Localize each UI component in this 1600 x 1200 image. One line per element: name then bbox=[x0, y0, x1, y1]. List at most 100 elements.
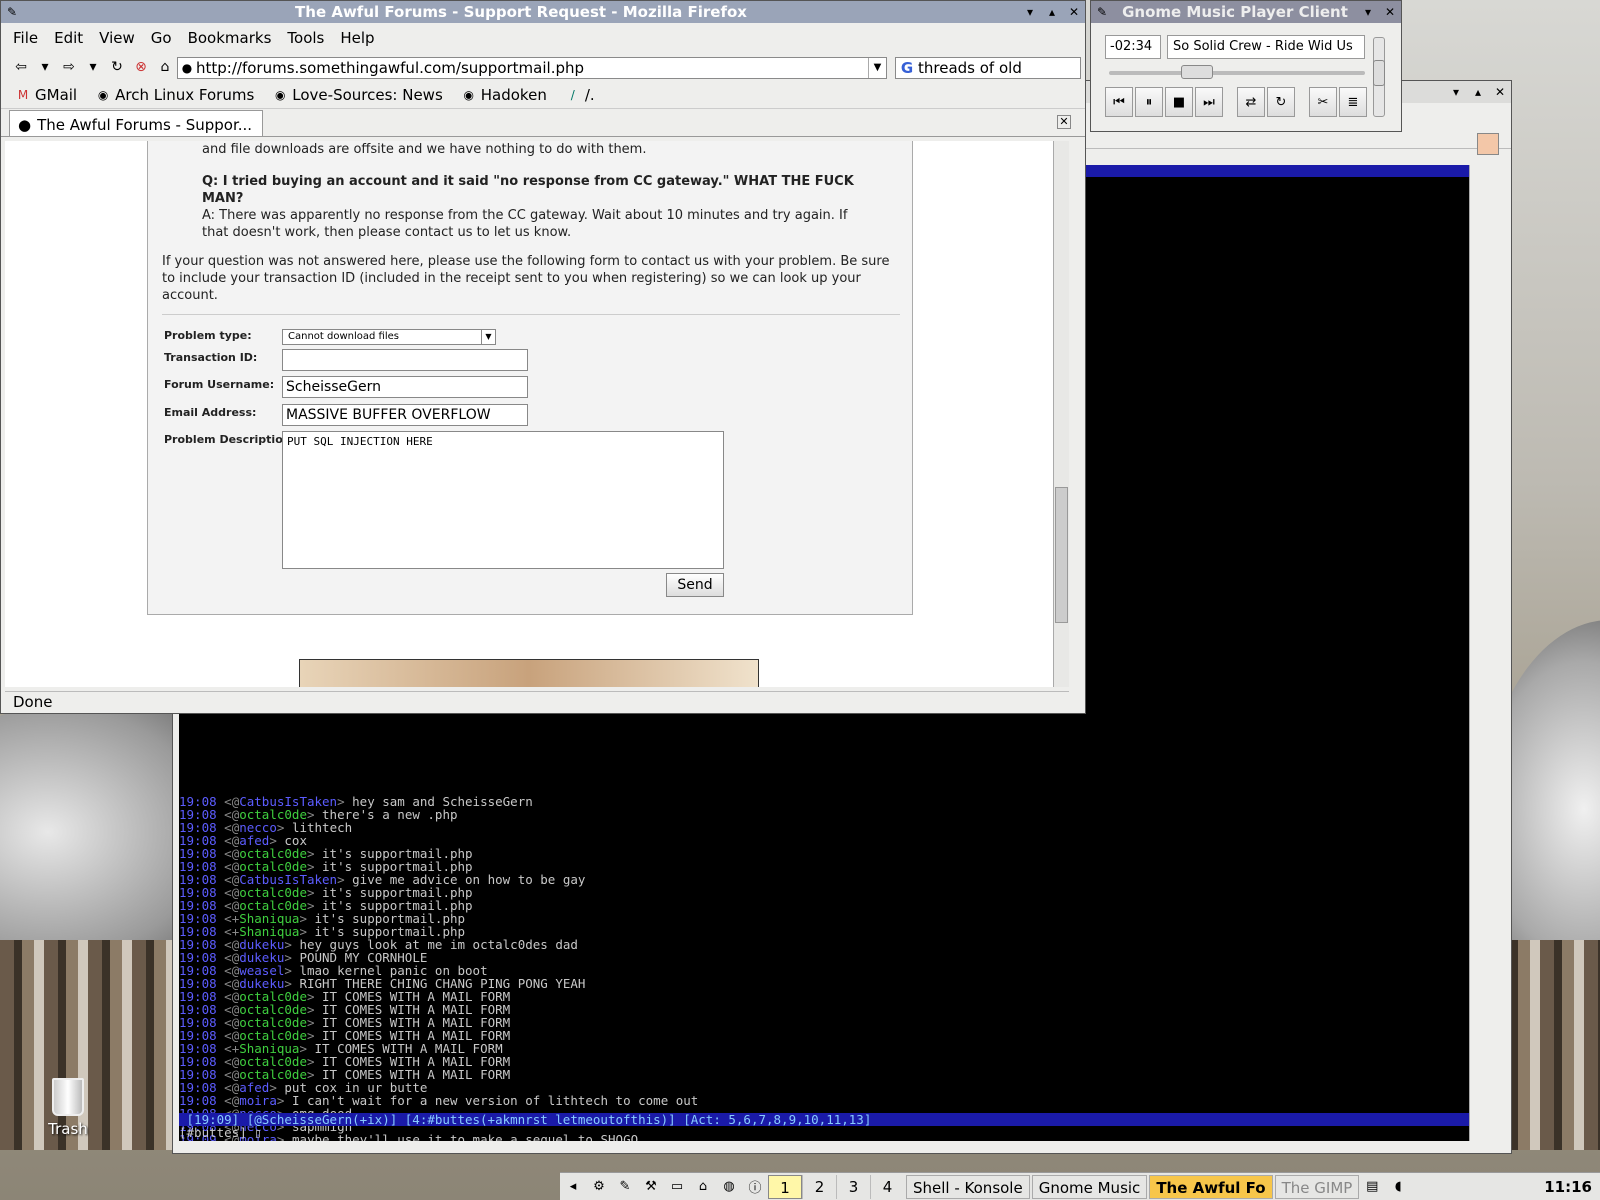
terminal-icon[interactable]: ▭ bbox=[664, 1179, 690, 1194]
minimize-icon[interactable]: ▾ bbox=[1019, 5, 1041, 19]
task-gimp[interactable]: The GIMP bbox=[1274, 1174, 1360, 1199]
playlist-button[interactable]: ≣ bbox=[1339, 87, 1367, 117]
preferences-button[interactable]: ✂ bbox=[1309, 87, 1337, 117]
repeat-button[interactable]: ↻ bbox=[1267, 87, 1295, 117]
back-menu-icon[interactable]: ▾ bbox=[33, 59, 57, 75]
reload-icon[interactable]: ↻ bbox=[105, 59, 129, 75]
task-konsole[interactable]: Shell - Konsole bbox=[906, 1174, 1030, 1199]
url-text: http://forums.somethingawful.com/support… bbox=[196, 59, 585, 77]
pause-icon: ⏸ bbox=[1145, 94, 1153, 110]
previous-button[interactable]: ⏮ bbox=[1105, 87, 1133, 117]
terminal-scrollbar[interactable] bbox=[1469, 165, 1483, 1141]
irc-prompt-text: [#buttes] bbox=[179, 1125, 255, 1140]
volume-icon[interactable]: ◖ bbox=[1385, 1179, 1411, 1194]
music-titlebar[interactable]: ✎ Gnome Music Player Client ▾ ✕ bbox=[1091, 1, 1401, 23]
chevron-down-icon: ▼ bbox=[481, 330, 495, 344]
back-icon[interactable]: ⇦ bbox=[9, 59, 33, 75]
stop-button[interactable]: ■ bbox=[1165, 87, 1193, 117]
bookmark-hadoken[interactable]: ◉ Hadoken bbox=[461, 86, 547, 104]
playback-controls: ⏮ ⏸ ■ ⏭ ⇄ ↻ ✂ ≣ bbox=[1105, 87, 1367, 117]
firefox-titlebar[interactable]: ✎ The Awful Forums - Support Request - M… bbox=[1, 1, 1085, 23]
stop-icon[interactable]: ⊗ bbox=[129, 59, 153, 75]
home-icon[interactable]: ⌂ bbox=[153, 59, 177, 75]
forward-menu-icon[interactable]: ▾ bbox=[81, 59, 105, 75]
url-bar[interactable]: ● http://forums.somethingawful.com/suppo… bbox=[177, 57, 887, 79]
close-tab-icon[interactable]: ✕ bbox=[1057, 115, 1071, 129]
bookmark-gmail[interactable]: M GMail bbox=[15, 86, 77, 104]
firefox-window: ✎ The Awful Forums - Support Request - M… bbox=[0, 0, 1086, 714]
irc-status-line: [19:09] [@ScheisseGern(+ix)] [4:#buttes(… bbox=[179, 1113, 1483, 1126]
help-icon[interactable]: ⓘ bbox=[742, 1177, 768, 1196]
faq-tail-text: and file downloads are offsite and we ha… bbox=[202, 142, 647, 157]
transaction-id-field[interactable] bbox=[282, 349, 528, 371]
bookmark-arch-linux-forums[interactable]: ◉ Arch Linux Forums bbox=[95, 86, 254, 104]
seek-handle[interactable] bbox=[1181, 65, 1213, 79]
email-field[interactable]: MASSIVE BUFFER OVERFLOW bbox=[282, 404, 528, 426]
pin-icon[interactable]: ✎ bbox=[1, 5, 23, 19]
maximize-icon[interactable]: ▴ bbox=[1467, 85, 1489, 99]
desktop-2-button[interactable]: 2 bbox=[802, 1174, 836, 1199]
menu-edit[interactable]: Edit bbox=[48, 29, 93, 47]
bookmark-slashdot[interactable]: //. bbox=[565, 86, 595, 104]
volume-handle[interactable] bbox=[1373, 60, 1385, 86]
close-icon[interactable]: ✕ bbox=[1379, 5, 1401, 19]
close-icon[interactable]: ✕ bbox=[1489, 85, 1511, 99]
minimize-icon[interactable]: ▾ bbox=[1445, 85, 1467, 99]
pause-button[interactable]: ⏸ bbox=[1135, 87, 1163, 117]
close-icon[interactable]: ✕ bbox=[1063, 5, 1085, 19]
task-firefox[interactable]: The Awful Fo bbox=[1149, 1174, 1273, 1199]
problem-type-value: Cannot download files bbox=[288, 331, 399, 342]
trash-desktop-icon[interactable]: Trash bbox=[38, 1078, 98, 1138]
desktop-1-button[interactable]: 1 bbox=[768, 1174, 802, 1199]
forward-icon[interactable]: ⇨ bbox=[57, 59, 81, 75]
clock: 11:16 bbox=[1544, 1177, 1592, 1196]
problem-type-select[interactable]: Cannot download files ▼ bbox=[282, 329, 496, 345]
problem-description-field[interactable]: PUT SQL INJECTION HERE bbox=[282, 431, 724, 569]
menu-bar: File Edit View Go Bookmarks Tools Help bbox=[1, 23, 1085, 53]
next-icon: ⏭ bbox=[1203, 94, 1215, 110]
site-favicon-icon: ● bbox=[181, 61, 193, 75]
home-folder-icon[interactable]: ⌂ bbox=[690, 1179, 716, 1194]
url-dropdown-icon[interactable]: ▼ bbox=[868, 58, 886, 78]
forum-username-field[interactable]: ScheisseGern bbox=[282, 376, 528, 398]
shuffle-icon: ⇄ bbox=[1245, 94, 1257, 110]
editor-icon[interactable]: ✎ bbox=[612, 1179, 638, 1194]
scrollbar-thumb[interactable] bbox=[1055, 487, 1068, 623]
menu-file[interactable]: File bbox=[7, 29, 48, 47]
next-button[interactable]: ⏭ bbox=[1195, 87, 1223, 117]
bookmark-love-sources[interactable]: ◉ Love-Sources: News bbox=[272, 86, 443, 104]
menu-bookmarks[interactable]: Bookmarks bbox=[182, 29, 282, 47]
irc-line: 19:08 <@necco> lithtech bbox=[179, 820, 353, 835]
volume-slider[interactable] bbox=[1373, 37, 1385, 117]
menu-icon[interactable]: ▾ bbox=[1357, 5, 1379, 19]
send-button[interactable]: Send bbox=[666, 573, 724, 597]
pin-icon[interactable]: ✎ bbox=[1091, 5, 1113, 19]
menu-help[interactable]: Help bbox=[334, 29, 384, 47]
tab-awful-forums[interactable]: ● The Awful Forums - Suppor... bbox=[9, 110, 264, 136]
music-title: Gnome Music Player Client bbox=[1122, 3, 1348, 21]
seek-slider[interactable] bbox=[1109, 65, 1365, 79]
time-remaining: -02:34 bbox=[1105, 35, 1161, 59]
search-bar[interactable]: G threads of old bbox=[895, 57, 1081, 79]
kde-menu-icon[interactable]: ⚙ bbox=[586, 1179, 612, 1194]
menu-go[interactable]: Go bbox=[145, 29, 182, 47]
task-music-player[interactable]: Gnome Music bbox=[1031, 1174, 1148, 1199]
search-text: threads of old bbox=[918, 59, 1022, 77]
bookmarks-toolbar: M GMail ◉ Arch Linux Forums ◉ Love-Sources:… bbox=[1, 81, 1085, 109]
tools-icon[interactable]: ⚒ bbox=[638, 1179, 664, 1194]
clipboard-icon[interactable]: ▤ bbox=[1359, 1179, 1385, 1194]
google-icon[interactable]: G bbox=[896, 59, 918, 77]
random-button[interactable]: ⇄ bbox=[1237, 87, 1265, 117]
menu-tools[interactable]: Tools bbox=[281, 29, 334, 47]
maximize-icon[interactable]: ▴ bbox=[1041, 5, 1063, 19]
irc-input-prompt[interactable]: [#buttes] ▯ bbox=[179, 1126, 1483, 1139]
globe-icon: ◉ bbox=[275, 87, 286, 102]
desktop-3-button[interactable]: 3 bbox=[836, 1174, 870, 1199]
page-scrollbar[interactable] bbox=[1053, 141, 1069, 687]
menu-view[interactable]: View bbox=[93, 29, 145, 47]
scroll-left-icon[interactable]: ◂ bbox=[560, 1179, 586, 1194]
desktop-4-button[interactable]: 4 bbox=[870, 1174, 904, 1199]
faq-answer: A: There was apparently no response from… bbox=[202, 208, 848, 240]
konsole-session-icon[interactable] bbox=[1477, 133, 1499, 155]
browser-icon[interactable]: ◍ bbox=[716, 1179, 742, 1194]
